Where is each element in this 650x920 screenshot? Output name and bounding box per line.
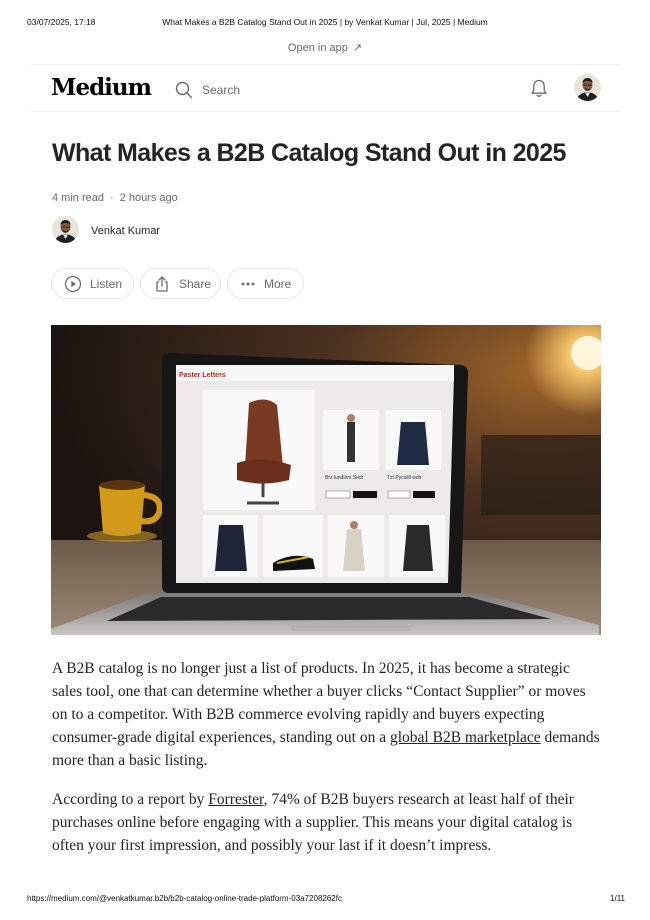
article-paragraph-2: According to a report by Forrester, 74% … (52, 788, 602, 857)
author-avatar[interactable] (52, 216, 79, 243)
share-label: Share (179, 276, 212, 291)
notifications-button[interactable] (529, 78, 549, 104)
article-meta: 4 min read · 2 hours ago (52, 192, 178, 204)
divider (31, 111, 621, 112)
divider (31, 64, 621, 65)
top-navigation-bar: Medium Search (31, 66, 621, 111)
avatar[interactable] (574, 74, 601, 101)
author-name-link[interactable]: Venkat Kumar (91, 225, 160, 237)
global-b2b-marketplace-link[interactable]: global B2B marketplace (390, 729, 541, 746)
print-page-title: What Makes a B2B Catalog Stand Out in 20… (162, 17, 488, 27)
article-paragraph-1: A B2B catalog is no longer just a list o… (52, 657, 602, 772)
print-header: 03/07/2025, 17:18 What Makes a B2B Catal… (0, 17, 650, 29)
play-circle-icon (64, 275, 82, 292)
search-icon (175, 81, 193, 99)
screen-caption-right: Tzt Pycoilli wdlr (387, 475, 422, 481)
more-dots-icon (241, 282, 255, 285)
search-placeholder: Search (202, 83, 241, 97)
paragraph-text: According to a report by (52, 791, 209, 808)
article-title: What Makes a B2B Catalog Stand Out in 20… (52, 139, 566, 167)
page-url: https://medium.com/@venkatkumar.b2b/b2b-… (27, 894, 342, 903)
print-footer: https://medium.com/@venkatkumar.b2b/b2b-… (0, 894, 650, 906)
share-button[interactable]: Share (140, 268, 221, 299)
page-number: 1/11 (610, 894, 625, 903)
listen-button[interactable]: Listen (51, 268, 134, 299)
arrow-up-right-icon: ↗ (352, 42, 363, 54)
hero-image: Paster Letters Brz lundlimr Sndr Tzt Pyc… (51, 325, 601, 635)
more-label: More (264, 276, 292, 291)
screen-brand-text: Paster Letters (179, 372, 226, 379)
more-button[interactable]: More (227, 268, 304, 299)
bell-icon (531, 79, 547, 97)
search-input[interactable]: Search (174, 80, 294, 100)
screen-caption-left: Brz lundlimr Sndr (325, 475, 364, 481)
forrester-link[interactable]: Forrester (208, 791, 263, 808)
open-in-app-link[interactable]: Open in app ↗ (0, 41, 650, 54)
published-time: 2 hours ago (119, 192, 178, 204)
meta-separator: · (109, 192, 114, 204)
read-time: 4 min read (52, 192, 104, 204)
share-icon (156, 275, 168, 292)
open-in-app-label: Open in app (287, 42, 348, 54)
medium-logo[interactable]: Medium (51, 74, 152, 101)
listen-label: Listen (90, 276, 123, 291)
